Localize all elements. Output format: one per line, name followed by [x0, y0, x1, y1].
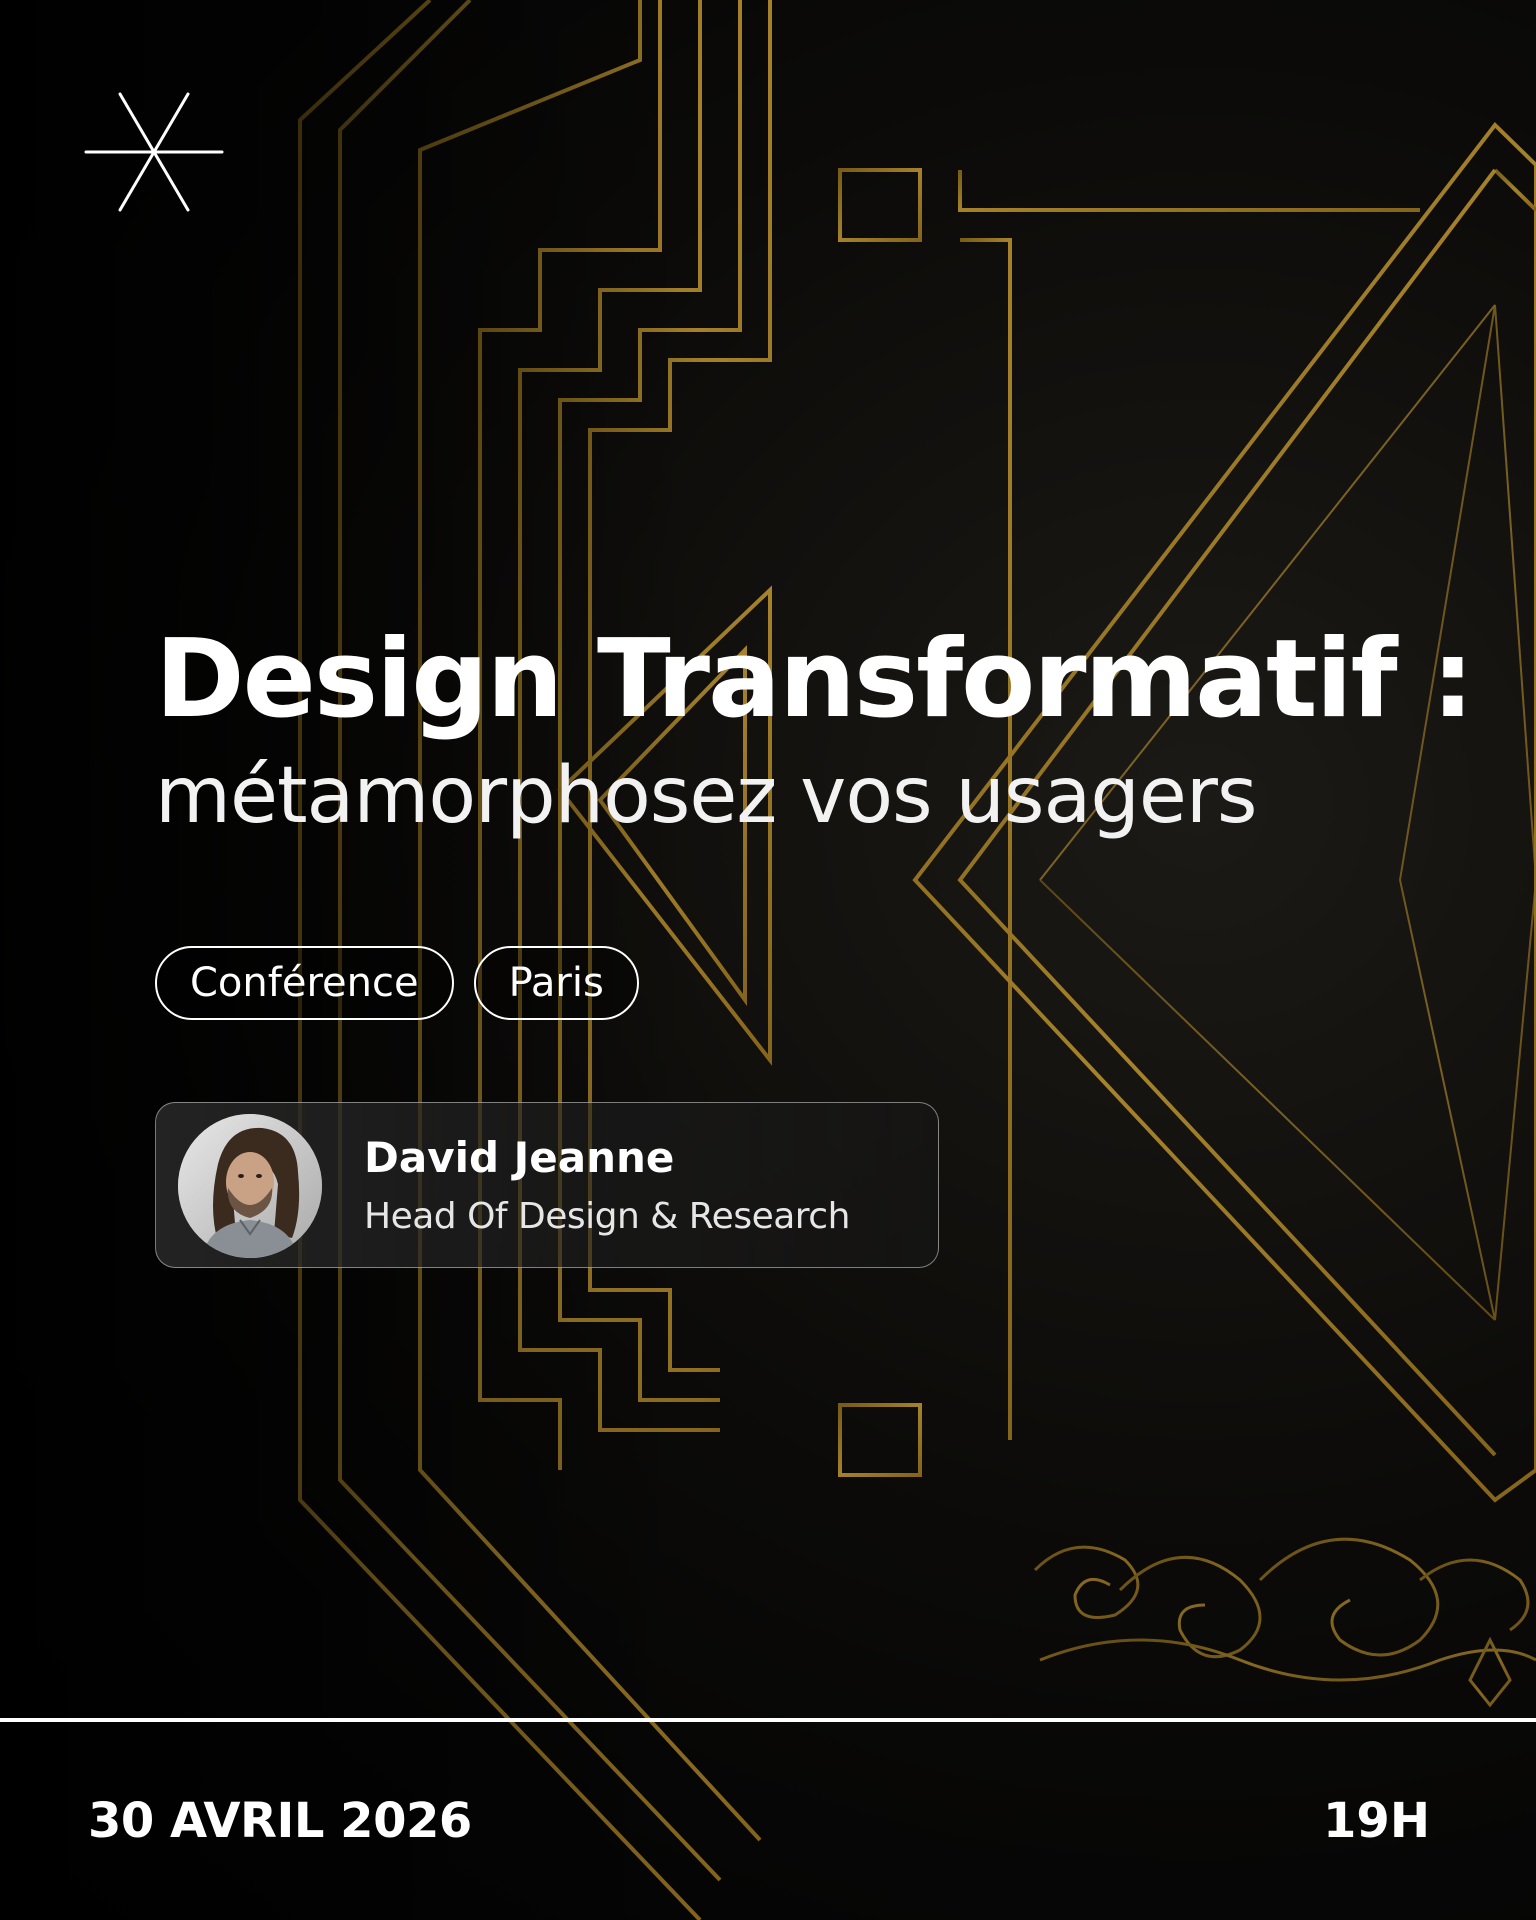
poster-subtitle: métamorphosez vos usagers	[155, 751, 1258, 841]
tag-location: Paris	[473, 946, 639, 1020]
speaker-card: David Jeanne Head Of Design & Research	[155, 1102, 939, 1268]
title-block: Design Transformatif : métamorphosez vos…	[155, 620, 1495, 842]
tag-event-type: Conférence	[155, 946, 454, 1020]
speaker-role: Head Of Design & Research	[364, 1196, 850, 1237]
asterisk-star-icon	[84, 92, 224, 212]
speaker-avatar	[178, 1114, 322, 1258]
avatar-portrait-icon	[178, 1114, 322, 1258]
tag-list: Conférence Paris	[155, 946, 639, 1020]
footer-divider	[0, 1718, 1536, 1722]
event-time: 19H	[1323, 1793, 1430, 1849]
event-date: 30 AVRIL 2026	[88, 1793, 472, 1849]
speaker-name: David Jeanne	[364, 1133, 675, 1182]
poster-title: Design Transformatif :	[155, 617, 1474, 742]
event-poster: Design Transformatif : métamorphosez vos…	[0, 0, 1536, 1920]
